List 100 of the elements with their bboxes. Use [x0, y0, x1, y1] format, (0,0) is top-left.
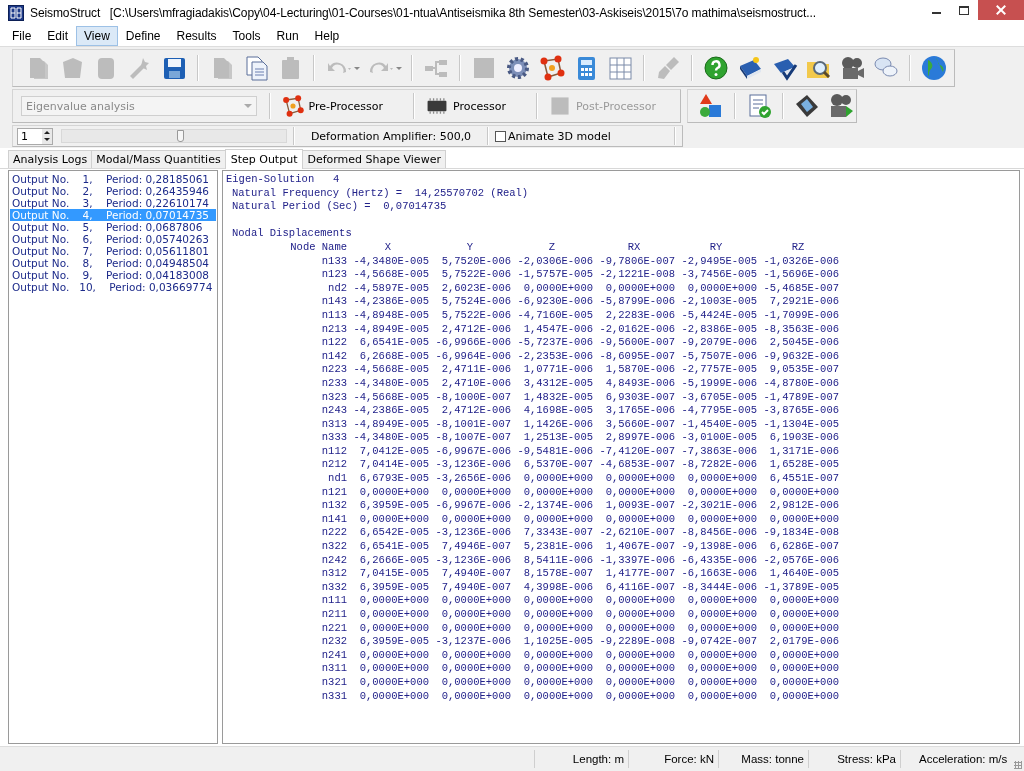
- slider-thumb[interactable]: [176, 130, 184, 142]
- molecule-icon: [280, 94, 305, 118]
- run-button[interactable]: Processor: [421, 92, 511, 120]
- table-cell: 7,3343E-007: [523, 526, 593, 541]
- table-cell: 0,0000E+000: [523, 512, 593, 527]
- table-cell: 1,4640E-005: [769, 567, 839, 581]
- table-cell: 5,7522E-006: [441, 268, 511, 282]
- node-name-cell: n311: [321, 662, 347, 676]
- tab[interactable]: Deformed Shape Viewer: [302, 150, 446, 168]
- table-cell: -4,5668E-005: [353, 268, 429, 282]
- table-cell: 2,4711E-006: [441, 363, 511, 377]
- tab[interactable]: Step Output: [224, 149, 304, 169]
- table-cell: 0,0000E+000: [441, 594, 511, 608]
- gear-icon[interactable]: [504, 54, 532, 82]
- table-cell: -4,5668E-005: [353, 390, 429, 405]
- table-cell: -8,6095E-007: [599, 349, 675, 364]
- output-list-item[interactable]: Output No. 9, Period: 0,04183008: [10, 269, 216, 281]
- resize-grip-icon[interactable]: [1014, 761, 1022, 769]
- window-title: SeismoStruct [C:\Users\mfragiadakis\Copy\04-Lecturing\01-Courses\01-ntua\Antiseismika 8th Semester\03-Askiseis\2015\7o mathima\seismostruct...: [30, 6, 816, 20]
- column-header: Node Name: [290, 240, 347, 255]
- table-cell: -2,1221E-008: [599, 268, 675, 282]
- node-name-cell: n222: [321, 526, 347, 541]
- menu-item[interactable]: Help: [306, 26, 348, 46]
- node-name-cell: n312: [321, 567, 347, 581]
- node-name-cell: n141: [321, 512, 347, 527]
- table-cell: 4,1698E-005: [523, 404, 593, 418]
- table-cell: 0,0000E+000: [769, 662, 839, 676]
- menu-item[interactable]: View: [76, 26, 118, 46]
- table-cell: 7,4946E-007: [441, 540, 511, 554]
- table-cell: 2,2283E-006: [605, 308, 675, 323]
- table-cell: 7,0412E-005: [359, 444, 429, 459]
- output-list-item[interactable]: Output No. 2, Period: 0,26435946: [10, 185, 216, 197]
- menu-item[interactable]: Tools: [224, 26, 269, 46]
- table-cell: -9,7806E-007: [599, 254, 675, 269]
- table-cell: 6,4551E-007: [769, 472, 839, 486]
- step-spinner[interactable]: 1: [17, 127, 53, 145]
- table-cell: 0,0000E+000: [523, 281, 593, 296]
- table-cell: -9,2289E-008: [599, 635, 675, 649]
- caret-icon[interactable]: [354, 66, 360, 70]
- amplifier-label: Deformation Amplifier: 500,0: [309, 129, 473, 143]
- close-button[interactable]: [978, 0, 1024, 20]
- output-list-item[interactable]: Output No. 10, Period: 0,03669774: [10, 281, 216, 293]
- table-cell: -2,0162E-006: [599, 322, 675, 337]
- menu-item[interactable]: File: [4, 26, 40, 46]
- tab[interactable]: Analysis Logs: [8, 150, 93, 168]
- node-name-cell: nd1: [328, 472, 347, 486]
- caret-icon[interactable]: [396, 66, 402, 70]
- globe-icon[interactable]: [920, 54, 948, 82]
- table-cell: 0,0000E+000: [359, 662, 429, 676]
- table-cell: 2,4712E-006: [441, 404, 511, 418]
- table-cell: -2,3021E-006: [681, 499, 757, 513]
- checkbox-label[interactable]: Animate 3D model: [508, 129, 611, 143]
- tab[interactable]: Modal/Mass Quantities: [91, 150, 226, 168]
- node-name-cell: n322: [321, 540, 347, 554]
- molecule-icon[interactable]: [538, 54, 566, 82]
- table-cell: 0,0000E+000: [605, 512, 675, 527]
- node-name-cell: n242: [321, 553, 347, 568]
- table-cell: 0,0000E+000: [523, 594, 593, 608]
- checkbox[interactable]: [495, 130, 506, 142]
- menu-item[interactable]: Run: [268, 26, 307, 46]
- column-header: Z: [548, 240, 556, 255]
- table-cell: -2,2353E-006: [517, 349, 593, 364]
- table-cell: 0,0000E+000: [769, 621, 839, 636]
- table-cell: -1,3789E-005: [763, 580, 839, 595]
- table-cell: 0,0000E+000: [523, 485, 593, 500]
- node-name-cell: n211: [321, 608, 347, 622]
- menu-item[interactable]: Define: [117, 26, 169, 46]
- output-list-item[interactable]: Output No. 6, Period: 0,05740263: [10, 233, 216, 245]
- menu-item[interactable]: Edit: [39, 26, 77, 46]
- table-cell: 0,0000E+000: [605, 472, 675, 486]
- table-cell: 0,0000E+000: [769, 608, 839, 622]
- node-name-cell: n333: [321, 431, 347, 445]
- output-list-item[interactable]: Output No. 1, Period: 0,28185061: [10, 173, 216, 185]
- node-name-cell: n112: [321, 444, 347, 459]
- table-cell: -1,0326E-006: [763, 254, 839, 269]
- table-cell: 1,4547E-006: [523, 322, 593, 337]
- table-cell: -1,4540E-005: [681, 417, 757, 432]
- status-field: Length: m: [534, 750, 628, 768]
- status-field: Acceleration: m/s: [900, 750, 1010, 768]
- table-cell: 0,0000E+000: [359, 689, 429, 704]
- table-cell: -8,8456E-006: [681, 526, 757, 541]
- output-list-item[interactable]: Output No. 3, Period: 0,22610174: [10, 197, 216, 209]
- output-list-item[interactable]: Output No. 5, Period: 0,0687806: [10, 221, 216, 233]
- status-field: Mass: tonne: [718, 750, 808, 768]
- run-button[interactable]: Pre-Processor: [276, 92, 388, 120]
- output-list-item[interactable]: Output No. 7, Period: 0,05611801: [10, 245, 216, 257]
- table-cell: 0,0000E+000: [523, 648, 593, 663]
- table-cell: 0,0000E+000: [769, 512, 839, 527]
- help-icon[interactable]: [702, 54, 730, 82]
- table-cell: 0,0000E+000: [441, 675, 511, 690]
- table-cell: 4,8493E-006: [605, 376, 675, 391]
- output-list-item[interactable]: Output No. 8, Period: 0,04948504: [10, 257, 216, 269]
- table-cell: 1,4832E-005: [523, 390, 593, 405]
- table-cell: 0,0000E+000: [769, 648, 839, 663]
- grid-icon[interactable]: [606, 54, 634, 82]
- table-cell: -3,1236E-006: [435, 526, 511, 541]
- table-cell: 1,4067E-007: [605, 540, 675, 554]
- table-cell: -3,1237E-006: [435, 635, 511, 649]
- menu-item[interactable]: Results: [168, 26, 225, 46]
- table-cell: 6,6793E-005: [359, 472, 429, 486]
